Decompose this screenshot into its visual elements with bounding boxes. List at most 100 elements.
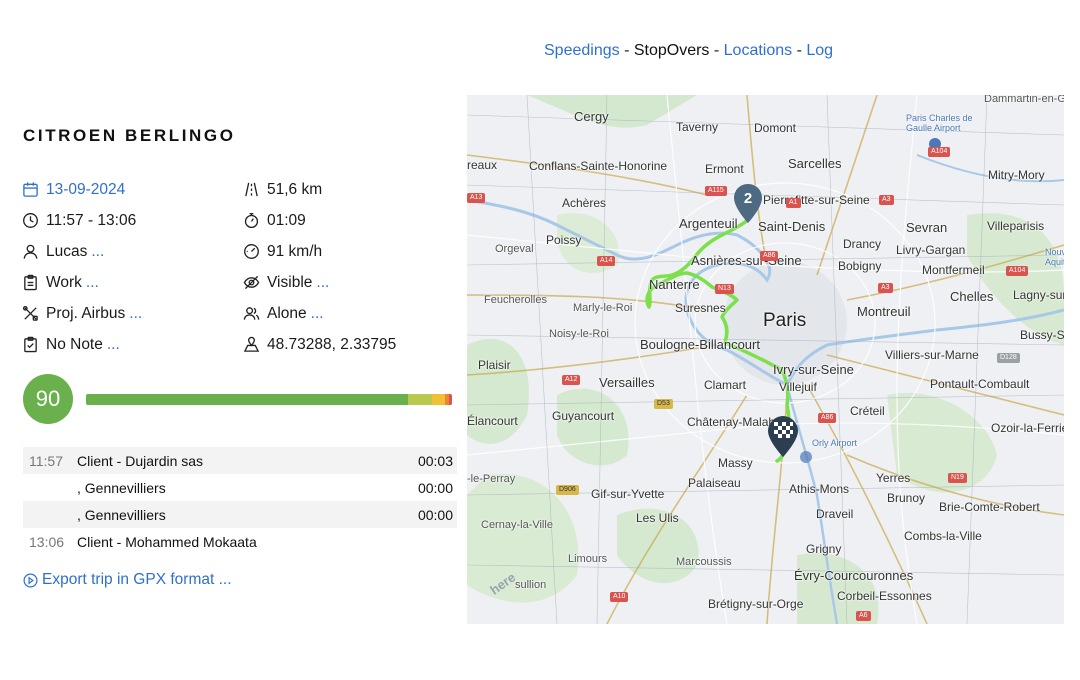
road-shield: D906: [556, 485, 579, 495]
user-icon: [23, 244, 38, 259]
stop-row[interactable]: , Gennevilliers 00:00: [23, 474, 457, 501]
trip-visibility: Visible: [267, 273, 313, 291]
trip-info-left: 13-09-2024 11:57 - 13:06 Lucas... Work..…: [22, 174, 142, 360]
speedometer-icon: [244, 244, 259, 259]
trip-note: No Note: [46, 335, 103, 353]
trip-map[interactable]: Cergy Taverny Domont Dammartin-en-G Pari…: [467, 95, 1064, 624]
stop-row[interactable]: 11:57 Client - Dujardin sas 00:03: [23, 447, 457, 474]
map-label: Athis-Mons: [789, 482, 850, 496]
stop-cluster-marker[interactable]: 2: [732, 183, 764, 225]
edit-category-link[interactable]: ...: [86, 274, 99, 292]
stop-name: Client - Dujardin sas: [77, 452, 204, 469]
map-label: Argenteuil: [679, 216, 738, 231]
stops-list: 11:57 Client - Dujardin sas 00:03 , Genn…: [23, 447, 457, 555]
top-navigation: Speedings - StopOvers - Locations - Log: [544, 42, 833, 60]
trip-time-range: 11:57 - 13:06: [46, 211, 137, 229]
map-label: Combs-la-Ville: [904, 529, 982, 543]
road-icon: [245, 182, 258, 197]
trip-distance-row: 51,6 km: [243, 174, 396, 205]
map-label: Drancy: [843, 237, 882, 251]
trip-note-row: No Note...: [22, 329, 142, 360]
map-label: Orly Airport: [812, 438, 858, 448]
calendar-icon: [23, 182, 38, 197]
map-label: Corbeil-Essonnes: [837, 589, 932, 603]
score-bar-segment: [431, 394, 445, 405]
map-label: Sevran: [906, 220, 948, 235]
edit-note-link[interactable]: ...: [107, 336, 120, 354]
trip-driver: Lucas: [46, 242, 88, 260]
edit-visibility-link[interactable]: ...: [316, 274, 329, 292]
edit-project-link[interactable]: ...: [129, 305, 142, 323]
export-gpx-link[interactable]: Export trip in GPX format ...: [23, 571, 232, 589]
finish-flag-marker[interactable]: [766, 415, 800, 459]
edit-driver-link[interactable]: ...: [91, 243, 104, 261]
nav-separator: -: [709, 42, 724, 59]
driving-score-badge: 90: [23, 374, 73, 424]
map-label: Sarcelles: [788, 156, 842, 171]
map-label: Domont: [754, 121, 797, 135]
trip-date-link[interactable]: 13-09-2024: [46, 181, 125, 199]
road-shield: A104: [928, 147, 951, 157]
road-shield: A13: [467, 193, 486, 203]
log-link[interactable]: Log: [806, 42, 833, 59]
stop-row[interactable]: , Gennevilliers 00:00: [23, 501, 457, 528]
road-shield: A86: [760, 251, 779, 261]
trip-time-row: 11:57 - 13:06: [22, 205, 142, 236]
marker-count: 2: [744, 190, 752, 207]
trip-max-speed: 91 km/h: [267, 242, 323, 260]
trip-category-row: Work...: [22, 267, 142, 298]
trip-speed-row: 91 km/h: [243, 236, 396, 267]
nav-separator: -: [619, 42, 634, 59]
stopovers-tab[interactable]: StopOvers: [634, 42, 710, 59]
map-label: Marcoussis: [676, 556, 732, 568]
road-shield: A86: [818, 413, 837, 423]
speedings-link[interactable]: Speedings: [544, 42, 620, 59]
trip-info-right: 51,6 km 01:09 91 km/h Visible... Alone..…: [243, 174, 396, 360]
trip-duration-row: 01:09: [243, 205, 396, 236]
map-label: Montfermeil: [922, 263, 985, 277]
map-label: Bussy-Saint-C: [1020, 328, 1064, 342]
stop-time: 13:06: [29, 533, 65, 550]
nav-separator: -: [792, 42, 807, 59]
trip-coordinates-row: 48.73288, 2.33795: [243, 329, 396, 360]
map-label: Noisy-le-Roi: [549, 328, 609, 340]
score-bar-segment: [408, 394, 432, 405]
map-label: Villejuif: [779, 380, 817, 394]
driving-score-bar: [86, 394, 452, 405]
play-circle-icon: [23, 573, 38, 587]
map-label: Ivry-sur-Seine: [773, 362, 854, 377]
stop-row[interactable]: 13:06 Client - Mohammed Mokaata: [23, 528, 457, 555]
map-label: Évry-Courcouronnes: [794, 568, 914, 583]
vehicle-title: CITROEN BERLINGO: [23, 126, 236, 145]
users-icon: [243, 307, 260, 320]
map-label: Dammartin-en-G: [984, 95, 1064, 105]
trip-coordinates: 48.73288, 2.33795: [267, 335, 397, 353]
map-label: Villiers-sur-Marne: [885, 348, 979, 362]
map-label: Feucherolles: [484, 294, 547, 306]
map-label: Villeparisis: [987, 219, 1045, 233]
clipboard-icon: [24, 274, 37, 291]
map-label: Chelles: [950, 289, 994, 304]
map-label: Brétigny-sur-Orge: [708, 597, 804, 611]
stop-name: , Gennevilliers: [77, 479, 166, 496]
map-label: Massy: [718, 456, 753, 470]
stop-duration: 00:03: [417, 452, 453, 469]
map-label: Draveil: [816, 507, 854, 521]
edit-company-link[interactable]: ...: [311, 305, 324, 323]
map-label: Suresnes: [675, 301, 726, 315]
road-shield: A3: [879, 195, 894, 205]
stop-time: 11:57: [29, 452, 63, 469]
trip-date-row: 13-09-2024: [22, 174, 142, 205]
map-label: Élancourt: [467, 414, 518, 428]
map-label: Yerres: [876, 471, 911, 485]
map-label: Taverny: [676, 120, 719, 134]
stop-duration: 00:00: [417, 506, 453, 523]
map-label: Pontault-Combault: [930, 377, 1030, 391]
stop-name: Client - Mohammed Mokaata: [77, 533, 257, 550]
map-label: Livry-Gargan: [896, 243, 966, 257]
map-label: Pierrefitte-sur-Seine: [763, 193, 870, 207]
road-shield: A12: [562, 375, 581, 385]
locations-link[interactable]: Locations: [724, 42, 793, 59]
trip-project-row: Proj. Airbus...: [22, 298, 142, 329]
road-shield: A104: [1006, 266, 1029, 276]
